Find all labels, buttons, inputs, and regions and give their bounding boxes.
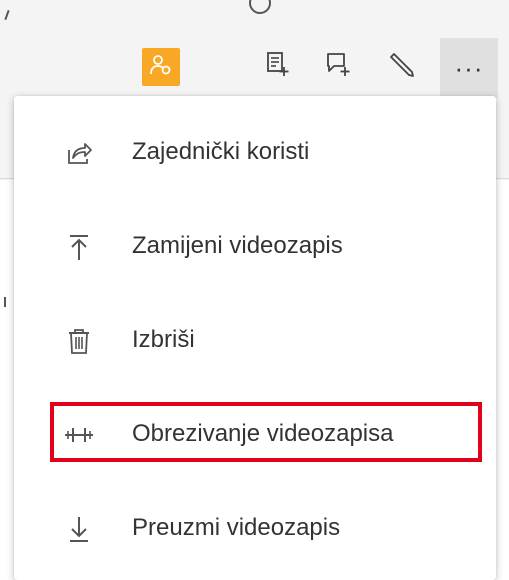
- menu-item-label: Izbriši: [132, 326, 195, 353]
- context-menu: Zajednički koristi Zamijeni videozapis I…: [14, 96, 496, 580]
- menu-item-label: Zajednički koristi: [132, 138, 310, 165]
- menu-item-label: Preuzmi videozapis: [132, 514, 341, 541]
- more-options-button[interactable]: ···: [440, 38, 498, 98]
- menu-item-download-video[interactable]: Preuzmi videozapis: [14, 482, 496, 574]
- more-icon: ···: [454, 53, 484, 83]
- chat-add-icon: [324, 50, 352, 83]
- edit-button[interactable]: [382, 46, 422, 86]
- people-icon: [149, 53, 173, 82]
- pencil-icon: [388, 50, 416, 83]
- notes-add-icon: [265, 51, 291, 82]
- add-note-button[interactable]: [258, 46, 298, 86]
- background-mark: [4, 297, 6, 307]
- people-button[interactable]: [142, 48, 180, 86]
- menu-item-replace-video[interactable]: Zamijeni videozapis: [14, 200, 496, 292]
- trash-icon: [62, 324, 96, 358]
- add-comment-button[interactable]: [318, 46, 358, 86]
- highlight-annotation: [50, 402, 482, 462]
- upload-icon: [62, 230, 96, 264]
- toolbar: ···: [0, 38, 509, 98]
- share-icon: [62, 136, 96, 170]
- download-icon: [62, 512, 96, 546]
- menu-item-delete[interactable]: Izbriši: [14, 294, 496, 386]
- menu-item-label: Zamijeni videozapis: [132, 232, 343, 259]
- menu-item-share[interactable]: Zajednički koristi: [14, 106, 496, 198]
